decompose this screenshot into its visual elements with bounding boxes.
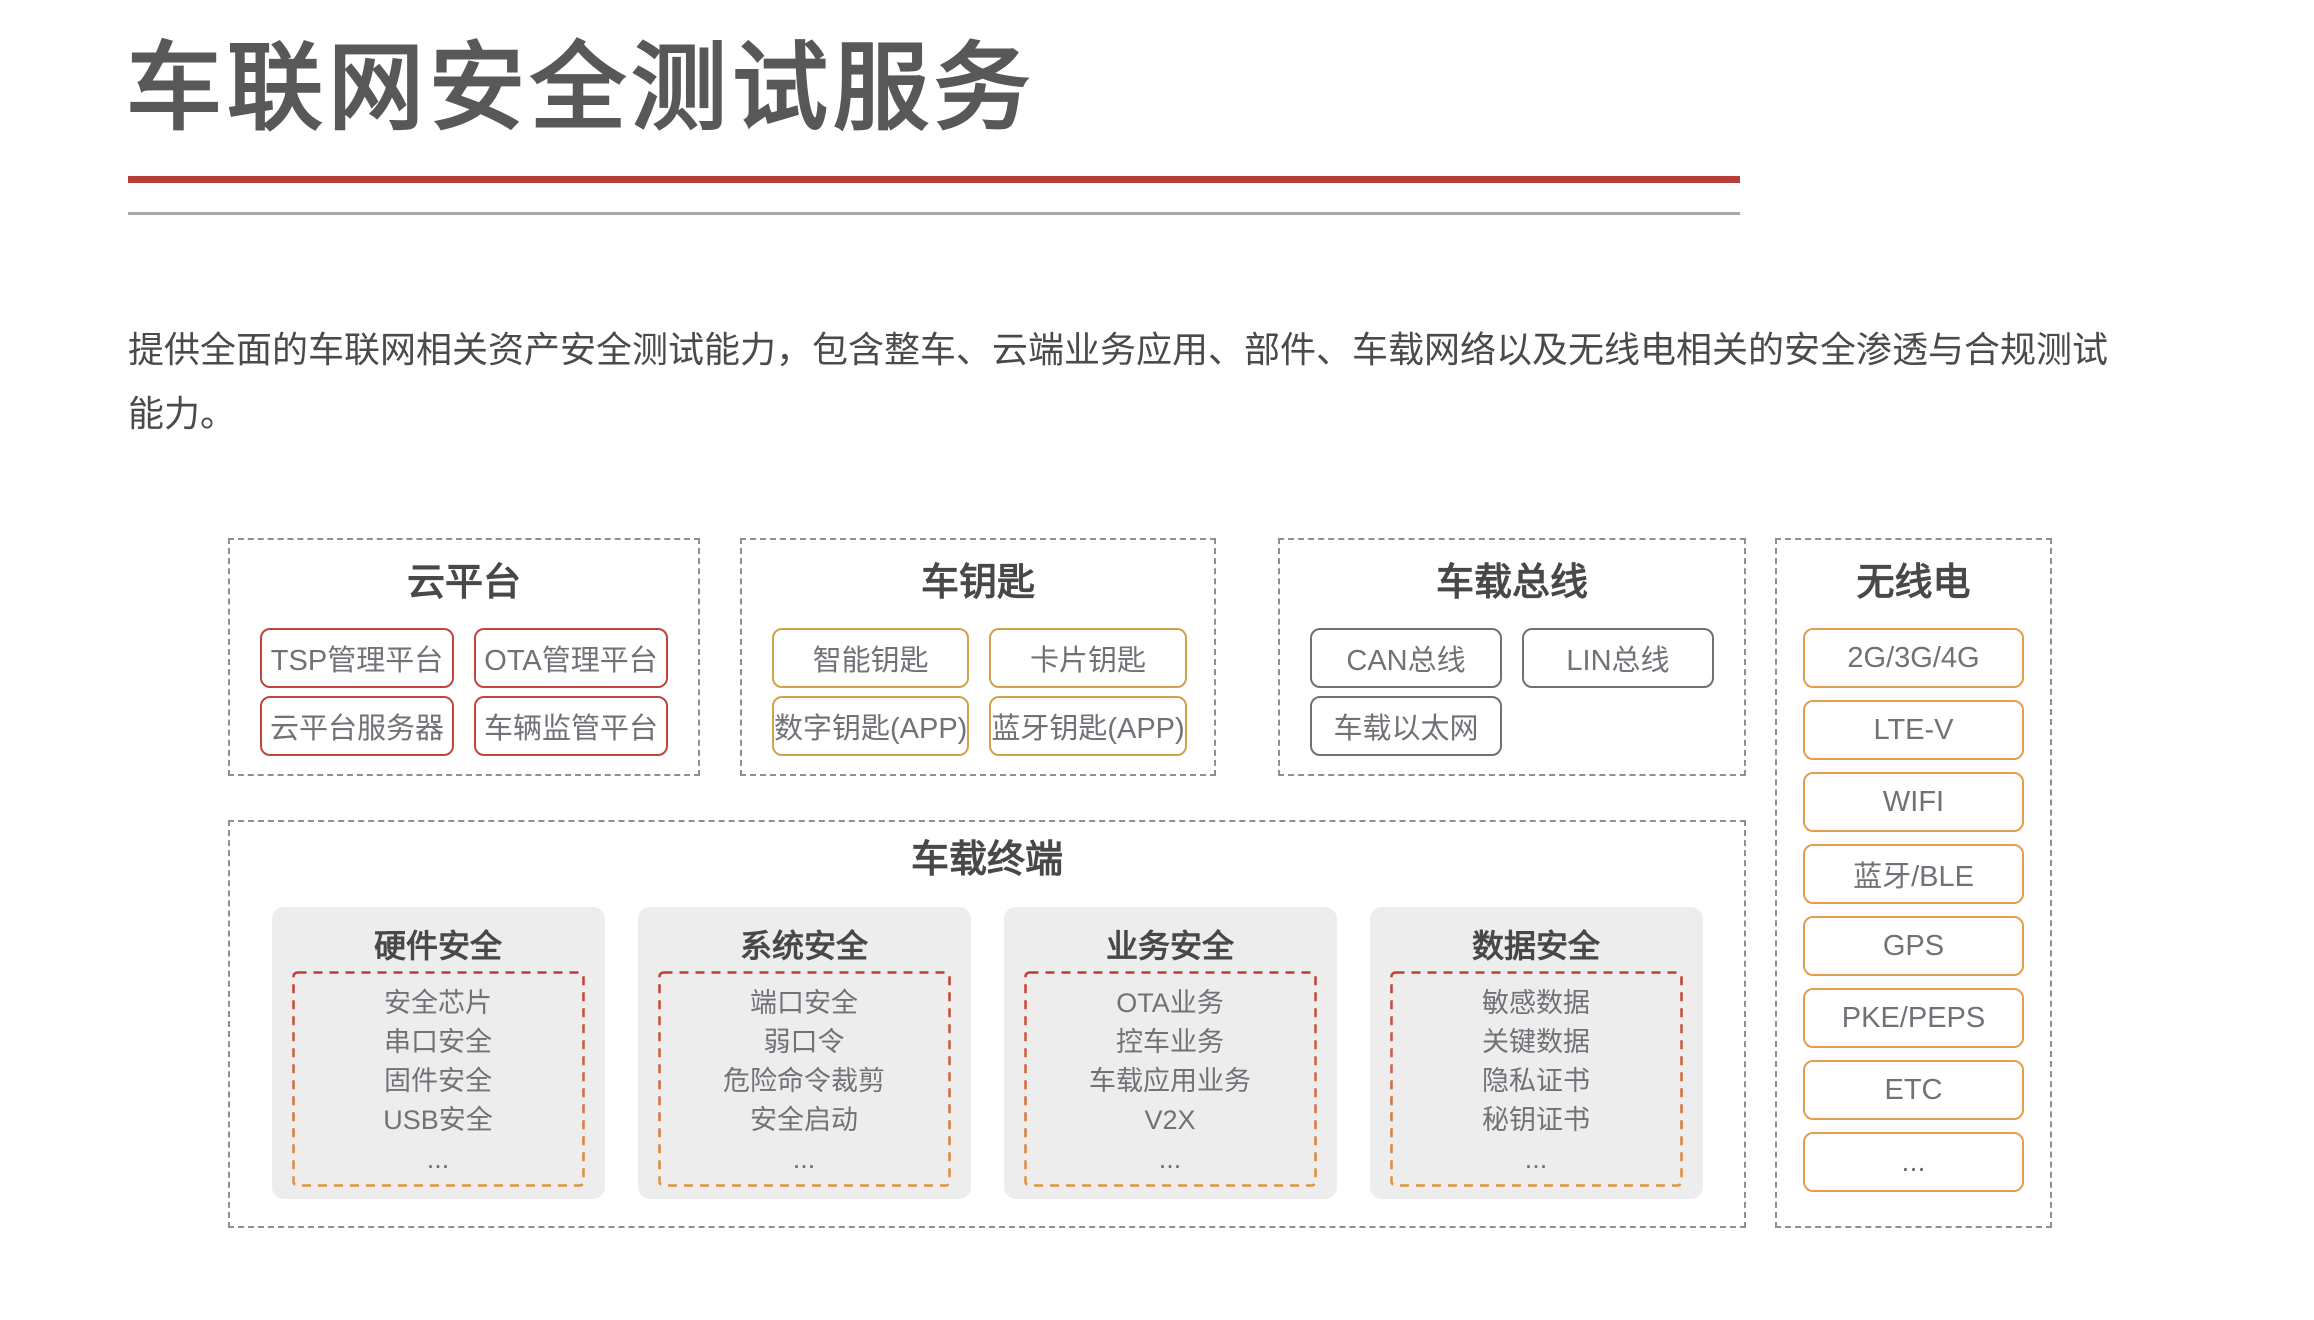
item-secure-boot: 安全启动 <box>658 1101 951 1140</box>
node-wifi: WIFI <box>1803 772 2024 832</box>
node-bluetooth-ble: 蓝牙/BLE <box>1803 844 2024 904</box>
item-dangerous-command-trim: 危险命令裁剪 <box>658 1062 951 1101</box>
node-lte-v: LTE-V <box>1803 700 2024 760</box>
page-title: 车联网安全测试服务 <box>126 36 1035 142</box>
node-digital-key-app: 数字钥匙(APP) <box>772 696 969 756</box>
item-business-more: ... <box>1024 1140 1317 1179</box>
item-firmware-security: 固件安全 <box>292 1062 585 1101</box>
card-data-title: 数据安全 <box>1370 927 1703 965</box>
item-critical-data: 关键数据 <box>1390 1023 1683 1062</box>
node-vehicle-monitor-platform: 车辆监管平台 <box>474 696 668 756</box>
radio-box-column: 2G/3G/4G LTE-V WIFI 蓝牙/BLE GPS PKE/PEPS … <box>1803 628 2024 1192</box>
business-item-list: OTA业务 控车业务 车载应用业务 V2X ... <box>1024 971 1317 1179</box>
data-item-list: 敏感数据 关键数据 隐私证书 秘钥证书 ... <box>1390 971 1683 1179</box>
node-card-key: 卡片钥匙 <box>989 628 1186 688</box>
item-ota-business: OTA业务 <box>1024 984 1317 1023</box>
item-privacy-certificate: 隐私证书 <box>1390 1062 1683 1101</box>
group-key-title: 车钥匙 <box>742 562 1214 604</box>
item-system-more: ... <box>658 1140 951 1179</box>
item-data-more: ... <box>1390 1140 1683 1179</box>
node-etc: ETC <box>1803 1060 2024 1120</box>
node-lin-bus: LIN总线 <box>1522 628 1714 688</box>
page-description: 提供全面的车联网相关资产安全测试能力，包含整车、云端业务应用、部件、车载网络以及… <box>128 318 2128 446</box>
group-terminal-title: 车载终端 <box>230 839 1744 881</box>
node-bluetooth-key-app: 蓝牙钥匙(APP) <box>989 696 1186 756</box>
node-gps: GPS <box>1803 916 2024 976</box>
card-hardware-title: 硬件安全 <box>272 927 605 965</box>
group-radio: 无线电 2G/3G/4G LTE-V WIFI 蓝牙/BLE GPS PKE/P… <box>1775 538 2052 1228</box>
card-system-security: 系统安全 端口安全 弱口令 危险命令裁剪 安全启动 ... <box>638 907 971 1199</box>
group-bus-title: 车载总线 <box>1280 562 1744 604</box>
item-usb-security: USB安全 <box>292 1101 585 1140</box>
item-sensitive-data: 敏感数据 <box>1390 984 1683 1023</box>
item-v2x: V2X <box>1024 1101 1317 1140</box>
item-port-security: 端口安全 <box>658 984 951 1023</box>
item-hardware-more: ... <box>292 1140 585 1179</box>
card-business-title: 业务安全 <box>1004 927 1337 965</box>
business-dashed-panel: OTA业务 控车业务 车载应用业务 V2X ... <box>1024 971 1317 1187</box>
item-serial-security: 串口安全 <box>292 1023 585 1062</box>
card-hardware-security: 硬件安全 安全芯片 串口安全 固件安全 USB安全 ... <box>272 907 605 1199</box>
item-weak-password: 弱口令 <box>658 1023 951 1062</box>
group-cloud-platform: 云平台 TSP管理平台 OTA管理平台 云平台服务器 车辆监管平台 <box>228 538 700 776</box>
key-box-grid: 智能钥匙 卡片钥匙 数字钥匙(APP) 蓝牙钥匙(APP) <box>772 628 1184 756</box>
group-cloud-title: 云平台 <box>230 562 698 604</box>
node-cloud-server: 云平台服务器 <box>260 696 454 756</box>
terminal-cards: 硬件安全 安全芯片 串口安全 固件安全 USB安全 ... 系统安全 <box>230 907 1744 1199</box>
data-dashed-panel: 敏感数据 关键数据 隐私证书 秘钥证书 ... <box>1390 971 1683 1187</box>
system-item-list: 端口安全 弱口令 危险命令裁剪 安全启动 ... <box>658 971 951 1179</box>
cloud-box-grid: TSP管理平台 OTA管理平台 云平台服务器 车辆监管平台 <box>260 628 668 756</box>
card-business-security: 业务安全 OTA业务 控车业务 车载应用业务 V2X ... <box>1004 907 1337 1199</box>
group-radio-title: 无线电 <box>1777 562 2050 604</box>
group-vehicle-bus: 车载总线 CAN总线 LIN总线 车载以太网 <box>1278 538 1746 776</box>
card-data-security: 数据安全 敏感数据 关键数据 隐私证书 秘钥证书 ... <box>1370 907 1703 1199</box>
gray-divider <box>128 212 1740 215</box>
node-2g-3g-4g: 2G/3G/4G <box>1803 628 2024 688</box>
node-automotive-ethernet: 车载以太网 <box>1310 696 1502 756</box>
item-secure-chip: 安全芯片 <box>292 984 585 1023</box>
hardware-item-list: 安全芯片 串口安全 固件安全 USB安全 ... <box>292 971 585 1179</box>
red-divider <box>128 176 1740 183</box>
node-pke-peps: PKE/PEPS <box>1803 988 2024 1048</box>
node-tsp-platform: TSP管理平台 <box>260 628 454 688</box>
item-secret-key-certificate: 秘钥证书 <box>1390 1101 1683 1140</box>
page: 车联网安全测试服务 提供全面的车联网相关资产安全测试能力，包含整车、云端业务应用… <box>0 0 2314 1320</box>
card-system-title: 系统安全 <box>638 927 971 965</box>
node-can-bus: CAN总线 <box>1310 628 1502 688</box>
hardware-dashed-panel: 安全芯片 串口安全 固件安全 USB安全 ... <box>292 971 585 1187</box>
node-radio-more: ... <box>1803 1132 2024 1192</box>
group-vehicle-terminal: 车载终端 硬件安全 安全芯片 串口安全 固件安全 USB安全 ... <box>228 820 1746 1228</box>
system-dashed-panel: 端口安全 弱口令 危险命令裁剪 安全启动 ... <box>658 971 951 1187</box>
group-car-key: 车钥匙 智能钥匙 卡片钥匙 数字钥匙(APP) 蓝牙钥匙(APP) <box>740 538 1216 776</box>
node-smart-key: 智能钥匙 <box>772 628 969 688</box>
bus-box-grid: CAN总线 LIN总线 车载以太网 <box>1310 628 1714 756</box>
item-vehicle-app-business: 车载应用业务 <box>1024 1062 1317 1101</box>
item-vehicle-control-business: 控车业务 <box>1024 1023 1317 1062</box>
node-ota-platform: OTA管理平台 <box>474 628 668 688</box>
